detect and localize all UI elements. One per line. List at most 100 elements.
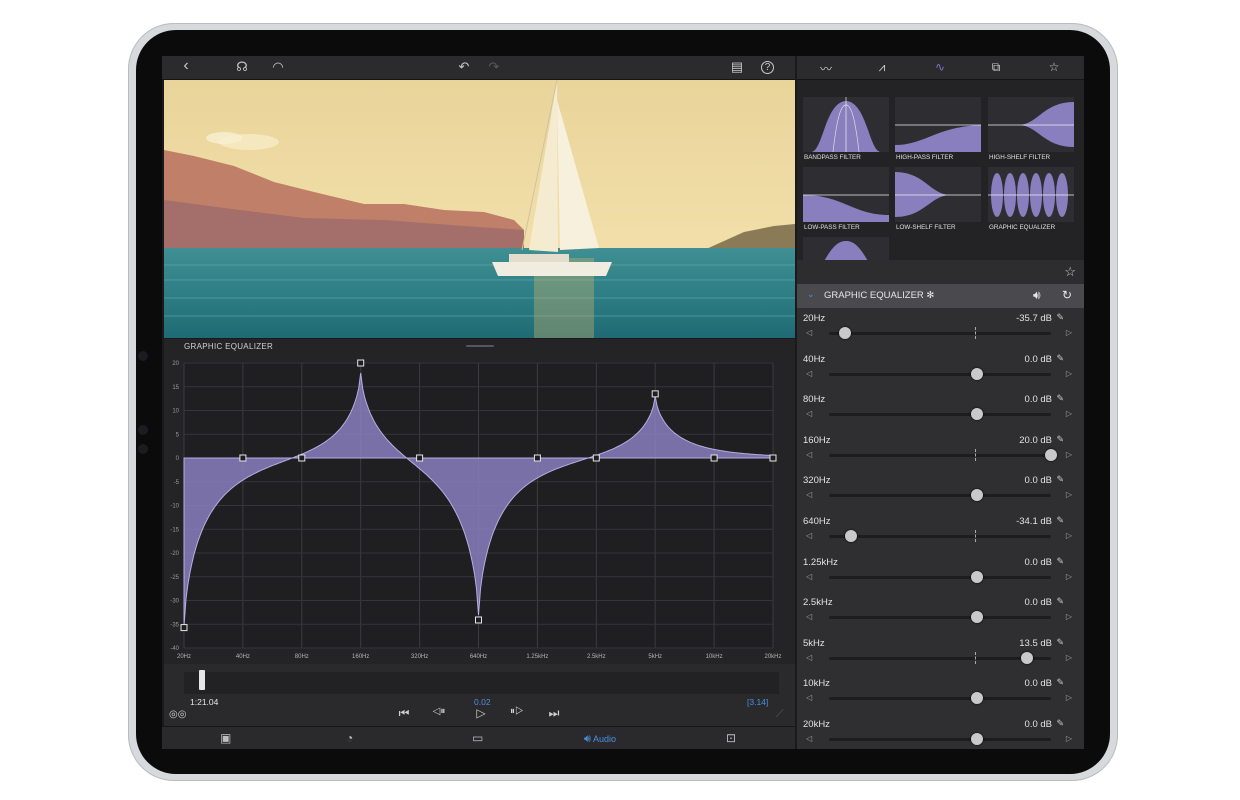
preset-high-shelf-filter[interactable]: HIGH-SHELF FILTER (986, 94, 1076, 164)
gain-slider-knob[interactable] (971, 489, 983, 502)
gain-slider-knob[interactable] (971, 733, 983, 745)
preset-high-pass-filter[interactable]: HIGH-PASS FILTER (893, 94, 983, 164)
gain-slider-track[interactable] (829, 413, 1051, 417)
decrease-arrow-icon[interactable]: ◁ (806, 531, 812, 540)
gain-slider-knob[interactable] (971, 692, 983, 705)
gain-slider-track[interactable] (829, 372, 1051, 376)
increase-arrow-icon[interactable]: ▷ (1066, 409, 1072, 418)
playhead[interactable] (199, 670, 205, 690)
waveform-icon[interactable]: 〰 (815, 60, 837, 77)
gain-slider-track[interactable] (829, 575, 1051, 579)
gain-slider-track[interactable] (829, 453, 1051, 457)
redo-icon[interactable]: ↷ (484, 59, 504, 75)
pencil-icon[interactable]: ✎ (1056, 312, 1064, 323)
gain-slider-track[interactable] (829, 332, 1051, 335)
eq-control-point[interactable] (710, 454, 718, 462)
step-back-button[interactable]: ◁⏸ (426, 706, 452, 717)
eq-control-point[interactable] (180, 624, 188, 632)
eq-control-point[interactable] (475, 616, 482, 624)
decrease-arrow-icon[interactable]: ◁ (806, 369, 812, 378)
play-button[interactable]: ▷ (471, 706, 491, 720)
decrease-arrow-icon[interactable]: ◁ (806, 409, 812, 418)
gain-slider-track[interactable] (829, 656, 1051, 660)
decrease-arrow-icon[interactable]: ◁ (806, 612, 812, 621)
preset-bandpass-filter[interactable]: BANDPASS FILTER (801, 94, 891, 164)
pencil-icon[interactable]: ✎ (1056, 434, 1064, 445)
gain-slider-track[interactable] (829, 616, 1051, 620)
pencil-icon[interactable]: ✎ (1056, 556, 1064, 567)
eq-control-point[interactable] (239, 454, 247, 462)
speaker-icon[interactable]: 🔊︎ (1033, 288, 1041, 303)
eq-control-point[interactable] (357, 359, 365, 367)
gain-slider-track[interactable] (829, 697, 1051, 701)
preset-low-shelf-filter[interactable]: LOW-SHELF FILTER (893, 164, 983, 234)
decrease-arrow-icon[interactable]: ◁ (806, 490, 812, 499)
preset-low-pass-filter[interactable]: LOW-PASS FILTER (801, 164, 891, 234)
pencil-icon[interactable]: ✎ (1056, 474, 1064, 485)
pencil-icon[interactable]: ✎ (1056, 596, 1064, 607)
speed-icon[interactable]: ◔ (346, 731, 353, 745)
decrease-arrow-icon[interactable]: ◁ (806, 734, 812, 743)
gain-slider-knob[interactable] (971, 570, 983, 583)
headphones-icon[interactable]: ☊ (232, 59, 252, 75)
notes-icon[interactable]: ▤ (727, 59, 747, 75)
pencil-icon[interactable]: ✎ (1056, 718, 1064, 729)
eq-control-point[interactable] (416, 454, 424, 462)
eq-control-point[interactable] (769, 454, 777, 462)
pencil-icon[interactable]: ✎ (1056, 353, 1064, 364)
loop-icon[interactable]: ◎◎ (169, 709, 186, 720)
gain-slider-knob[interactable] (971, 611, 983, 624)
equalizer-header[interactable]: ⌄ GRAPHIC EQUALIZER ✻ 🔊︎ ↻ (797, 284, 1084, 308)
decrease-arrow-icon[interactable]: ◁ (806, 450, 812, 459)
skip-start-button[interactable]: ⏮ (394, 706, 414, 721)
reset-icon[interactable]: ↻ (1062, 288, 1072, 302)
preset-graphic-equalizer[interactable]: GRAPHIC EQUALIZER (986, 164, 1076, 234)
eq-control-point[interactable] (592, 454, 600, 462)
pencil-icon[interactable]: ✎ (1056, 637, 1064, 648)
increase-arrow-icon[interactable]: ▷ (1066, 490, 1072, 499)
increase-arrow-icon[interactable]: ▷ (1066, 572, 1072, 581)
gain-slider-track[interactable] (829, 738, 1051, 741)
gain-slider-track[interactable] (829, 494, 1051, 498)
crop-icon[interactable]: ▣ (220, 731, 231, 745)
increase-arrow-icon[interactable]: ▷ (1066, 328, 1072, 337)
decrease-arrow-icon[interactable]: ◁ (806, 572, 812, 581)
frame-icon[interactable]: ▭ (472, 731, 483, 745)
mixer-icon[interactable]: ⧉ (985, 60, 1007, 75)
gain-slider-knob[interactable] (844, 530, 857, 542)
increase-arrow-icon[interactable]: ▷ (1066, 693, 1072, 702)
gain-slider-track[interactable] (829, 535, 1051, 538)
increase-arrow-icon[interactable]: ▷ (1066, 734, 1072, 743)
increase-arrow-icon[interactable]: ▷ (1066, 369, 1072, 378)
pencil-icon[interactable]: ✎ (1056, 393, 1064, 404)
export-icon[interactable]: ⊡ (726, 731, 736, 745)
video-preview[interactable] (164, 80, 795, 338)
brush-icon[interactable]: ⟋ (776, 708, 784, 721)
favorite-star-icon[interactable]: ☆ (1064, 264, 1076, 280)
eq-control-point[interactable] (533, 454, 541, 462)
step-forward-button[interactable]: ⏸▷ (504, 706, 530, 717)
increase-arrow-icon[interactable]: ▷ (1066, 612, 1072, 621)
decrease-arrow-icon[interactable]: ◁ (806, 693, 812, 702)
increase-arrow-icon[interactable]: ▷ (1066, 653, 1072, 662)
eq-control-point[interactable] (651, 390, 659, 398)
gain-slider-knob[interactable] (971, 408, 983, 421)
eq-control-point[interactable] (298, 454, 306, 462)
audio-tab[interactable]: 🔊︎ Audio (584, 733, 616, 746)
chevron-down-icon[interactable]: ⌄ (807, 289, 815, 300)
filter-icon[interactable]: ∿ (929, 60, 951, 74)
gain-slider-knob[interactable] (838, 327, 851, 339)
skip-end-button[interactable]: ⏭ (544, 706, 564, 721)
timeline-track[interactable] (184, 672, 779, 694)
gain-slider-knob[interactable] (1021, 651, 1033, 664)
back-icon[interactable]: ‹ (176, 57, 196, 75)
equalizer-chart[interactable]: 20 15 10 5 0 -5 -10 -15 -20 -25 -30 -35 -40 20Hz 40Hz… (164, 339, 795, 664)
speedometer-icon[interactable]: ◠ (268, 59, 288, 75)
decrease-arrow-icon[interactable]: ◁ (806, 653, 812, 662)
decrease-arrow-icon[interactable]: ◁ (806, 328, 812, 337)
help-icon[interactable]: ? (761, 61, 774, 74)
increase-arrow-icon[interactable]: ▷ (1066, 450, 1072, 459)
preset-partial-tile[interactable] (801, 234, 891, 260)
undo-icon[interactable]: ↶ (454, 59, 474, 75)
increase-arrow-icon[interactable]: ▷ (1066, 531, 1072, 540)
